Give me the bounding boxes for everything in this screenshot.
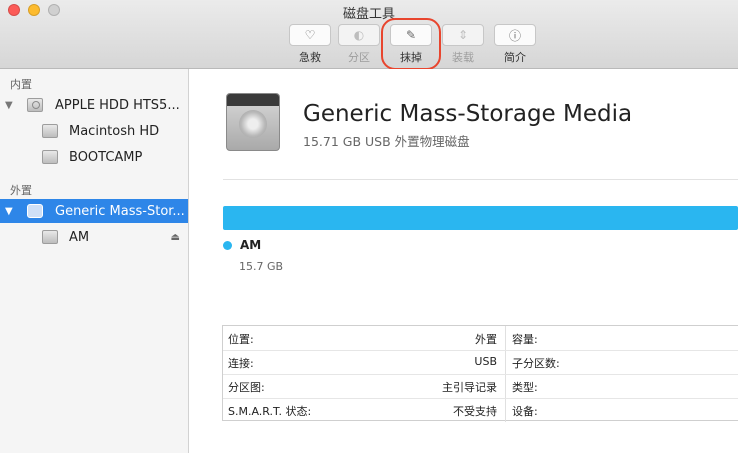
sidebar: 内置 ▼ APPLE HDD HTS5... Macintosh HD BOOT… [0,69,189,453]
info-key: 分区图: [228,381,265,394]
stethoscope-icon: ♡ [304,28,316,42]
usage-bar [223,206,738,230]
internal-section-label: 内置 [10,78,32,91]
sidebar-item-am[interactable]: AM ⏏ [0,225,188,249]
info-value: USB [474,355,497,368]
info-key: S.M.A.R.T. 状态: [228,405,312,418]
info-button[interactable]: ⓘ 简介 [492,24,538,65]
divider [223,179,738,180]
disclosure-triangle-icon[interactable]: ▼ [5,100,13,111]
first-aid-label: 急救 [299,51,321,64]
sidebar-item-generic-mass-storage[interactable]: ▼ Generic Mass-Stor... [0,199,188,223]
sidebar-item-bootcamp[interactable]: BOOTCAMP [0,145,188,169]
info-key: 类型: [512,381,538,394]
erase-label: 抹掉 [400,51,422,64]
mount-button[interactable]: ⇕ 装载 [440,24,486,65]
main-panel: Generic Mass-Storage Media 15.71 GB USB … [189,69,738,453]
info-row: 分区图: 主引导记录 类型: [223,374,738,399]
info-key: 子分区数: [512,357,560,370]
mount-icon: ⇕ [457,28,469,42]
hard-disk-icon [27,98,43,112]
external-section-label: 外置 [10,184,32,197]
info-row: 连接: USB 子分区数: [223,350,738,375]
external-disk-icon [27,204,43,218]
device-subtitle: 15.71 GB USB 外置物理磁盘 [303,134,470,149]
sidebar-item-label: APPLE HDD HTS5... [55,97,180,113]
window-title: 磁盘工具 [342,7,395,22]
info-value: 主引导记录 [442,381,497,394]
volume-icon [42,150,58,164]
info-row: S.M.A.R.T. 状态: 不受支持 设备: [223,398,738,422]
erase-button[interactable]: ✎ 抹掉 [388,24,434,65]
volume-icon [42,230,58,244]
disclosure-triangle-icon[interactable]: ▼ [5,206,13,217]
partition-name: AM [240,238,262,252]
title-bar: 磁盘工具 ♡ 急救 ◐ 分区 ✎ 抹掉 ⇕ 装载 ⓘ 简介 [0,0,738,70]
partition-button[interactable]: ◐ 分区 [336,24,382,65]
mount-label: 装载 [452,51,474,64]
first-aid-button[interactable]: ♡ 急救 [287,24,333,65]
info-table: 位置: 外置 容量: 连接: USB 子分区数: 分区图: 主引导记录 类型: … [222,325,738,422]
partition-label: 分区 [348,51,370,64]
device-disk-icon [226,93,280,151]
sidebar-item-macintosh-hd[interactable]: Macintosh HD [0,119,188,143]
volume-icon [42,124,58,138]
eject-icon[interactable]: ⏏ [171,232,180,243]
partition-icon: ◐ [353,28,365,42]
device-name: Generic Mass-Storage Media [303,101,633,127]
info-row: 位置: 外置 容量: [223,326,738,351]
erase-icon: ✎ [405,28,417,42]
sidebar-item-label: BOOTCAMP [69,149,143,165]
info-key: 容量: [512,333,538,346]
info-value: 外置 [475,333,497,346]
info-key: 位置: [228,333,254,346]
sidebar-item-label: AM [69,229,90,245]
sidebar-item-label: Generic Mass-Stor... [55,203,185,219]
info-key: 连接: [228,357,254,370]
partition-color-dot [223,241,232,250]
info-icon: ⓘ [508,28,521,43]
sidebar-item-label: Macintosh HD [69,123,160,139]
sidebar-item-apple-hdd[interactable]: ▼ APPLE HDD HTS5... [0,93,188,117]
partition-size: 15.7 GB [239,260,284,273]
info-key: 设备: [512,405,538,418]
info-label: 简介 [504,51,526,64]
info-value: 不受支持 [453,405,497,418]
